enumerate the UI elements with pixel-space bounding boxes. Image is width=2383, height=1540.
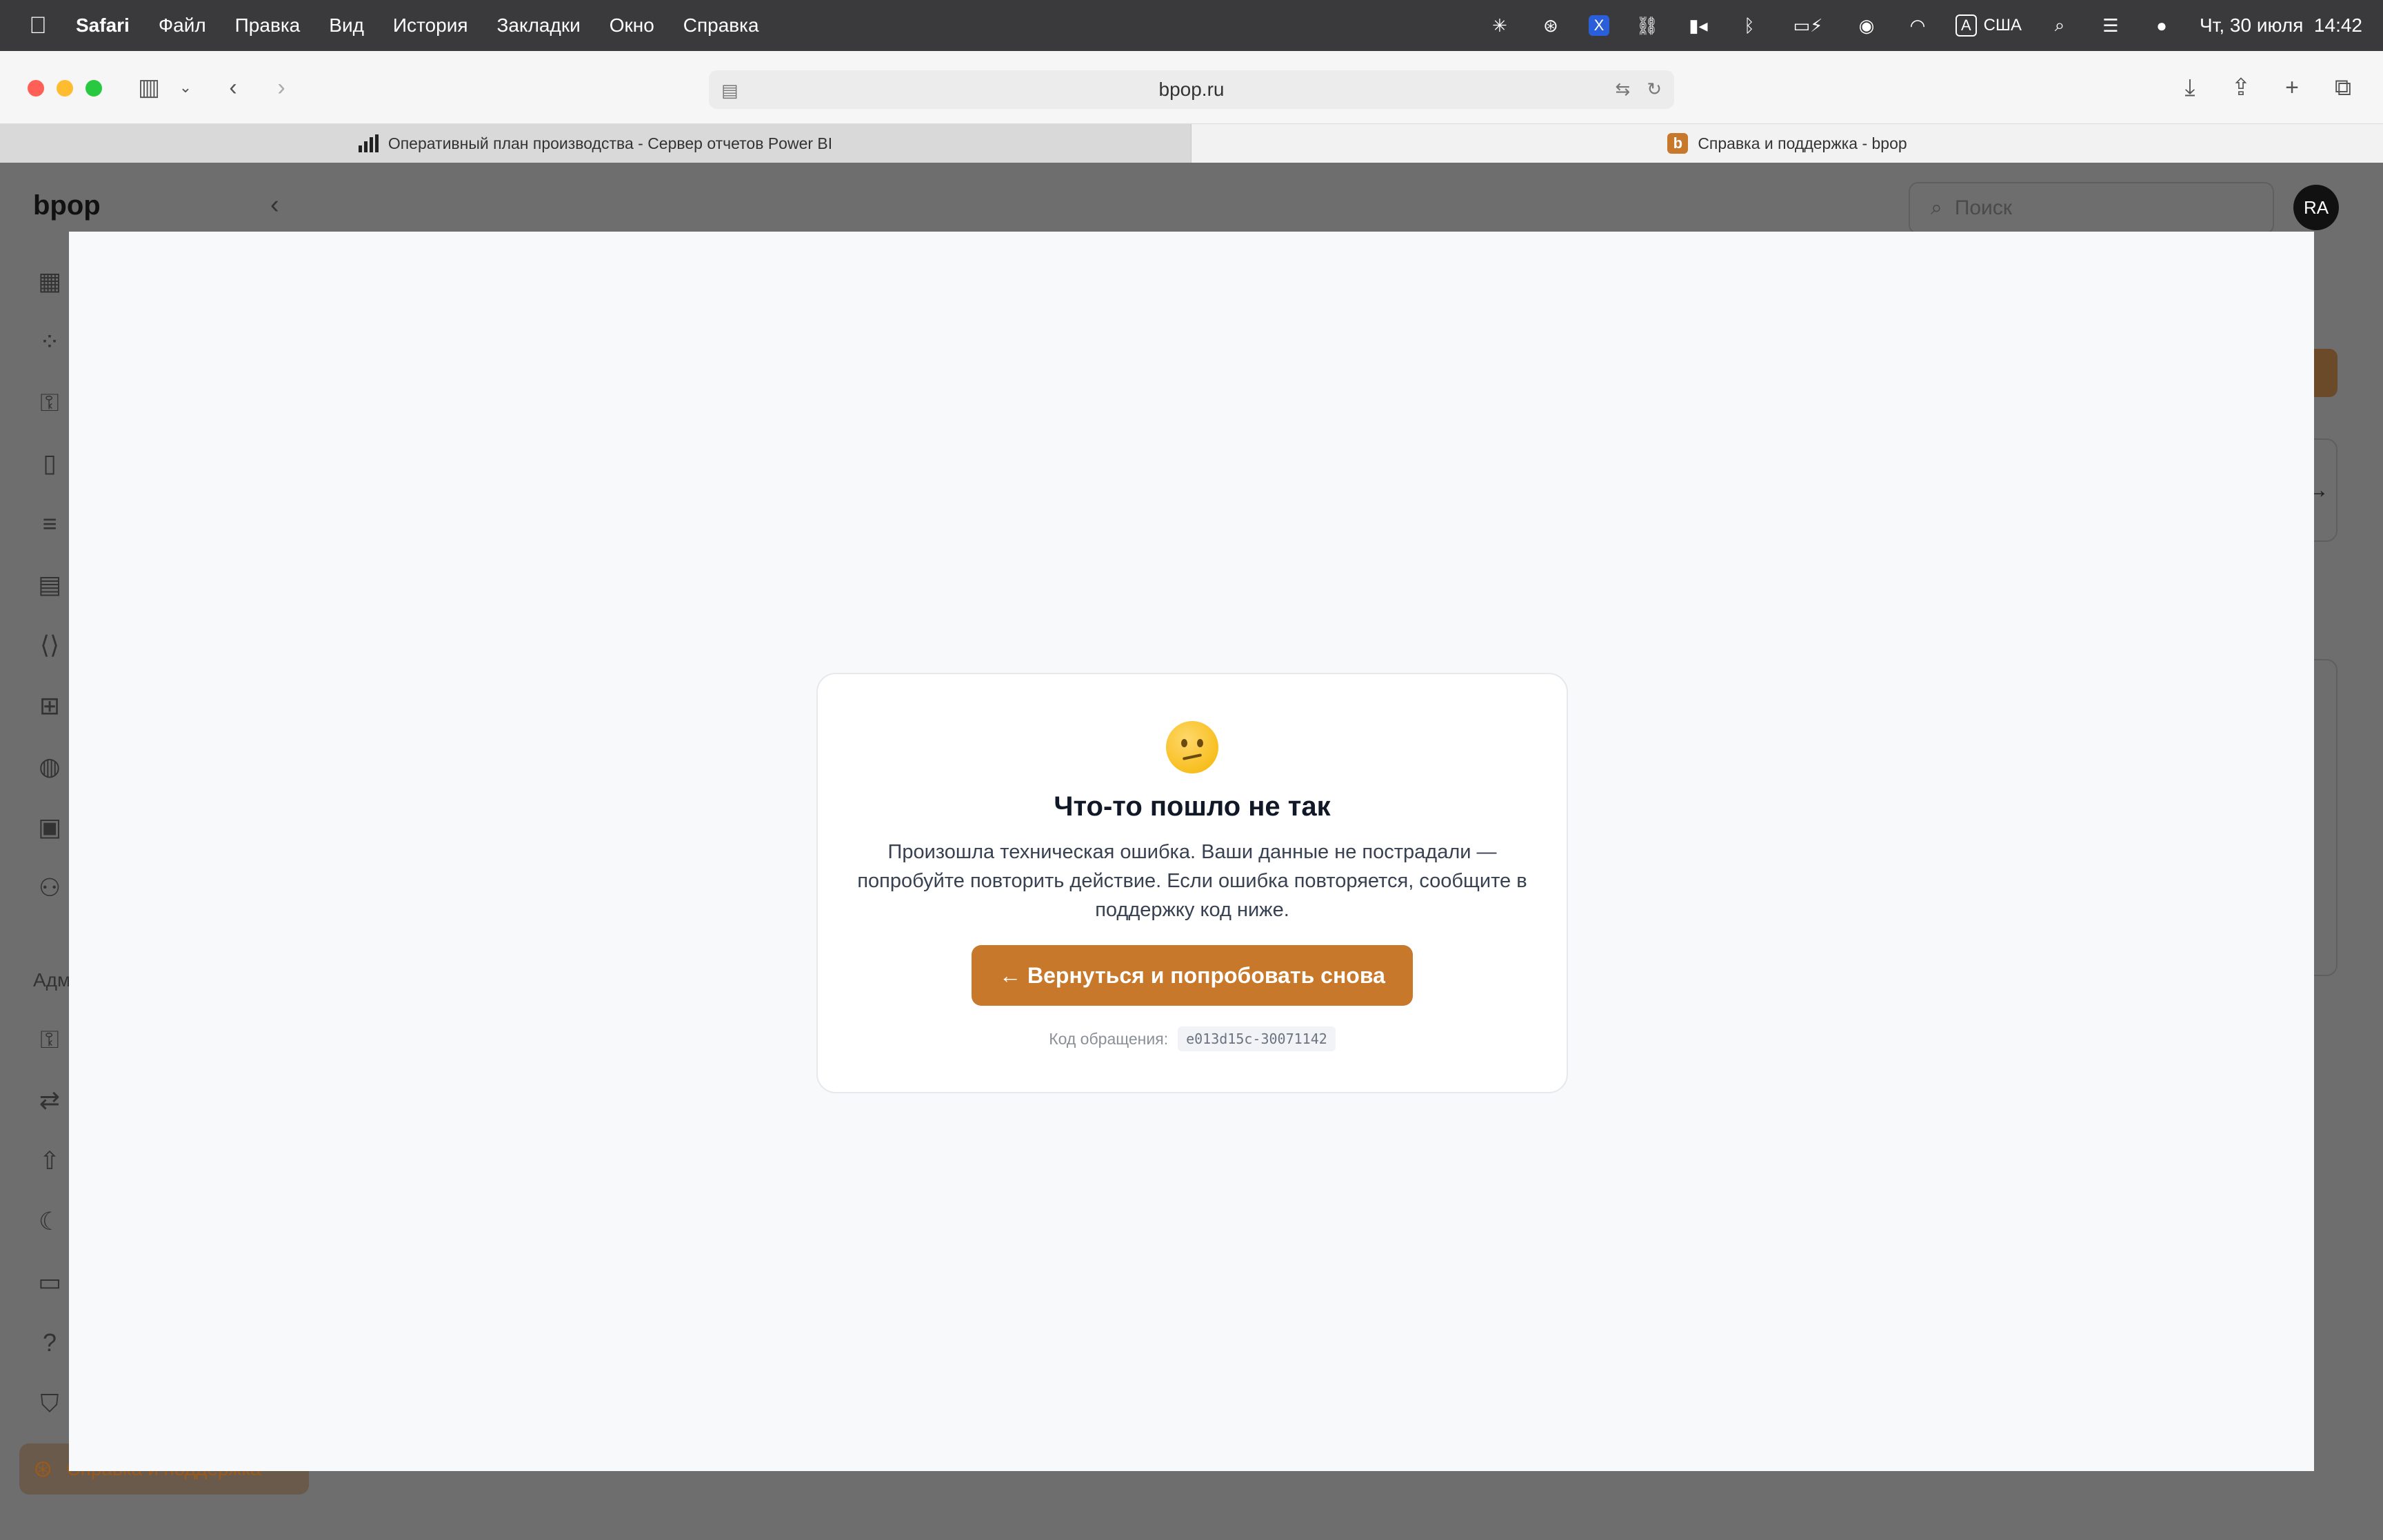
menu-edit[interactable]: Правка bbox=[235, 14, 301, 37]
window-controls bbox=[28, 80, 102, 97]
reference-row: Код обращения: e013d15c-30071142 bbox=[1049, 1026, 1336, 1051]
collapse-sidebar-icon[interactable]: ‹ bbox=[270, 190, 279, 220]
keyboard-layout-badge[interactable]: A bbox=[1955, 14, 1977, 37]
shield-icon[interactable]: ⛉ bbox=[34, 1388, 65, 1419]
menu-help[interactable]: Справка bbox=[683, 14, 759, 37]
close-window-button[interactable] bbox=[28, 80, 44, 97]
tab-overview-icon[interactable]: ⧉ bbox=[2328, 70, 2358, 105]
sidebar-toggle-icon[interactable]: ▥ bbox=[134, 70, 164, 105]
reference-code[interactable]: e013d15c-30071142 bbox=[1178, 1026, 1336, 1051]
browser-toolbar: ▥ ⌄ ‹ › ▤ bpop.ru ⇆ ↻ ⤓ ⇪ + ⧉ bbox=[0, 51, 2383, 124]
battery-icon[interactable]: ▭⚡ bbox=[1787, 12, 1829, 39]
menu-view[interactable]: Вид bbox=[329, 14, 364, 37]
menu-history[interactable]: История bbox=[393, 14, 468, 37]
search-icon: ⌕ bbox=[1931, 196, 1942, 219]
confused-face-icon bbox=[1166, 721, 1218, 773]
book-icon[interactable]: ▯ bbox=[34, 448, 65, 478]
translate-icon[interactable]: ⇆ bbox=[1615, 79, 1630, 100]
help-circle-icon[interactable]: ? bbox=[34, 1328, 65, 1358]
menu-bar:  Safari Файл Правка Вид История Закладк… bbox=[0, 0, 2383, 51]
lock-app-icon[interactable]: ⛓ bbox=[1634, 12, 1660, 39]
clock[interactable]: Чт, 30 июля 14:42 bbox=[2200, 14, 2362, 37]
avatar[interactable]: RA bbox=[2293, 185, 2339, 230]
sparkle-icon[interactable]: ✳ bbox=[1487, 12, 1513, 39]
error-card: Что-то пошло не так Произошла техническа… bbox=[816, 673, 1568, 1093]
menu-bookmarks[interactable]: Закладки bbox=[497, 14, 581, 37]
tab-bar: Оперативный план производства - Сервер о… bbox=[0, 124, 2383, 163]
transfer-icon[interactable]: ⇄ bbox=[34, 1085, 65, 1115]
tab-title: Оперативный план производства - Сервер о… bbox=[388, 134, 833, 152]
retry-button[interactable]: ← Вернуться и попробовать снова bbox=[972, 945, 1413, 1006]
globe-icon[interactable]: ◍ bbox=[34, 751, 65, 782]
menu-app-name[interactable]: Safari bbox=[76, 14, 130, 37]
admin-key-icon[interactable]: ⚿ bbox=[34, 1024, 65, 1055]
key-icon[interactable]: ⚿ bbox=[34, 387, 65, 418]
keyboard-layout-label[interactable]: США bbox=[1984, 16, 2022, 35]
error-overlay: Что-то пошло не так Произошла техническа… bbox=[69, 232, 2314, 1471]
tab-power-bi[interactable]: Оперативный план производства - Сервер о… bbox=[0, 124, 1192, 163]
user-account-icon[interactable]: ◉ bbox=[1853, 12, 1880, 39]
search-placeholder: Поиск bbox=[1954, 196, 2012, 219]
menu-window[interactable]: Окно bbox=[610, 14, 654, 37]
url-text[interactable]: bpop.ru bbox=[1159, 79, 1225, 101]
app-logo[interactable]: bpop bbox=[33, 190, 101, 221]
reference-label: Код обращения: bbox=[1049, 1029, 1169, 1048]
credit-card-icon[interactable]: ▭ bbox=[34, 1267, 65, 1297]
error-title: Что-то пошло не так bbox=[1054, 791, 1331, 822]
apps-grid-icon[interactable]: ⁘ bbox=[34, 327, 65, 357]
status-area: ✳ ⊛ X ⛓ ▮◂ ᛒ ▭⚡ ◉ ◠ A США ⌕ ☰ ● Чт, 30 и… bbox=[1462, 0, 2383, 51]
bluetooth-icon[interactable]: ᛒ bbox=[1736, 12, 1762, 39]
gift-icon[interactable]: ▣ bbox=[34, 812, 65, 842]
control-center-icon[interactable]: ☰ bbox=[2098, 12, 2124, 39]
admin-section-label: Адм bbox=[33, 969, 71, 991]
downloads-icon[interactable]: ⤓ bbox=[2175, 70, 2205, 105]
x-app-icon[interactable]: X bbox=[1588, 15, 1609, 36]
minimize-window-button[interactable] bbox=[57, 80, 73, 97]
camera-icon[interactable]: ▮◂ bbox=[1685, 12, 1711, 39]
page-menu-icon[interactable]: ▤ bbox=[721, 80, 738, 101]
bpop-favicon-icon: b bbox=[1667, 133, 1689, 154]
forward-icon[interactable]: › bbox=[268, 70, 295, 105]
building-icon[interactable]: ▦ bbox=[34, 266, 65, 296]
wifi-icon[interactable]: ◠ bbox=[1904, 12, 1931, 39]
zoom-window-button[interactable] bbox=[86, 80, 102, 97]
power-bi-chart-icon bbox=[358, 134, 379, 152]
upload-icon[interactable]: ⇧ bbox=[34, 1146, 65, 1176]
new-tab-icon[interactable]: + bbox=[2277, 70, 2307, 105]
siri-icon[interactable]: ● bbox=[2149, 12, 2175, 39]
tab-bpop-help[interactable]: b Справка и поддержка - bpop bbox=[1192, 124, 2383, 163]
lifebuoy-icon: ⊛ bbox=[33, 1456, 53, 1482]
sliders-icon[interactable]: ≡ bbox=[34, 509, 65, 539]
address-bar[interactable]: ▤ bpop.ru ⇆ ↻ bbox=[709, 70, 1674, 109]
ai-assistant-icon[interactable]: ⊛ bbox=[1538, 12, 1564, 39]
apple-menu-icon[interactable]:  bbox=[0, 12, 76, 39]
document-icon[interactable]: ▤ bbox=[34, 569, 65, 600]
users-icon[interactable]: ⚇ bbox=[34, 873, 65, 903]
code-icon[interactable]: ⟨⟩ bbox=[34, 630, 65, 660]
add-widget-icon[interactable]: ⊞ bbox=[34, 691, 65, 721]
menu-file[interactable]: Файл bbox=[159, 14, 206, 37]
reload-icon[interactable]: ↻ bbox=[1647, 79, 1662, 100]
moon-icon[interactable]: ☾ bbox=[34, 1206, 65, 1237]
search-input[interactable]: ⌕ Поиск bbox=[1909, 182, 2274, 234]
chevron-down-icon[interactable]: ⌄ bbox=[175, 70, 196, 105]
tab-title: Справка и поддержка - bpop bbox=[1698, 134, 1907, 152]
share-icon[interactable]: ⇪ bbox=[2226, 70, 2256, 105]
error-message: Произошла техническая ошибка. Ваши данны… bbox=[857, 841, 1527, 921]
spotlight-search-icon[interactable]: ⌕ bbox=[2047, 12, 2073, 39]
back-icon[interactable]: ‹ bbox=[219, 70, 247, 105]
